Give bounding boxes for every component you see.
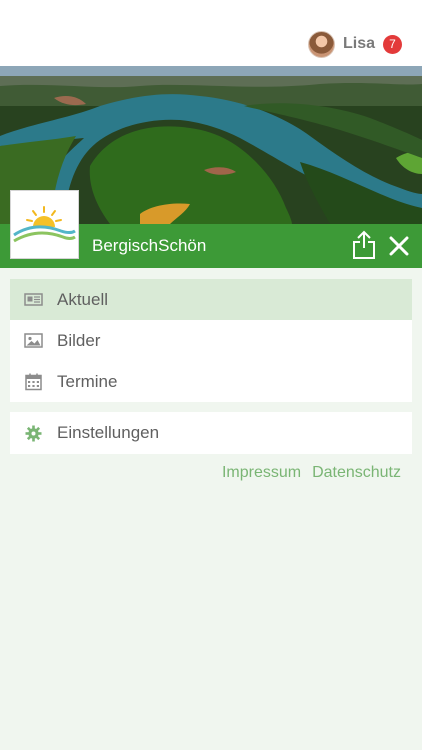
impressum-link[interactable]: Impressum bbox=[222, 464, 301, 482]
menu-item-einstellungen[interactable]: Einstellungen bbox=[10, 412, 412, 454]
notification-badge[interactable]: 7 bbox=[383, 34, 402, 54]
calendar-icon bbox=[25, 373, 42, 391]
menu-item-label: Termine bbox=[57, 371, 118, 391]
user-menu[interactable]: Lisa 7 bbox=[307, 29, 402, 59]
close-icon bbox=[389, 236, 409, 256]
gear-icon bbox=[25, 425, 42, 441]
share-button[interactable] bbox=[352, 230, 376, 260]
close-button[interactable] bbox=[387, 234, 411, 258]
app-title: BergischSchön bbox=[92, 236, 207, 255]
user-name[interactable]: Lisa bbox=[343, 35, 375, 53]
top-bar: Lisa 7 bbox=[0, 0, 422, 66]
settings-label: Einstellungen bbox=[57, 423, 160, 442]
share-icon bbox=[353, 230, 375, 259]
menu-item-label: Bilder bbox=[57, 330, 101, 350]
datenschutz-link[interactable]: Datenschutz bbox=[312, 464, 401, 482]
settings-menu: Einstellungen bbox=[10, 412, 412, 454]
menu-item-bilder[interactable]: Bilder bbox=[10, 320, 412, 361]
menu-item-label: Aktuell bbox=[57, 289, 109, 309]
main-menu: Aktuell Bilder Termine bbox=[10, 279, 412, 402]
user-avatar[interactable] bbox=[307, 30, 335, 58]
footer-links: Impressum Datenschutz bbox=[222, 464, 401, 482]
menu-item-aktuell[interactable]: Aktuell bbox=[10, 279, 412, 320]
newspaper-icon bbox=[24, 293, 43, 306]
image-icon bbox=[24, 333, 43, 348]
app-logo bbox=[10, 190, 79, 259]
menu-item-termine[interactable]: Termine bbox=[10, 361, 412, 402]
